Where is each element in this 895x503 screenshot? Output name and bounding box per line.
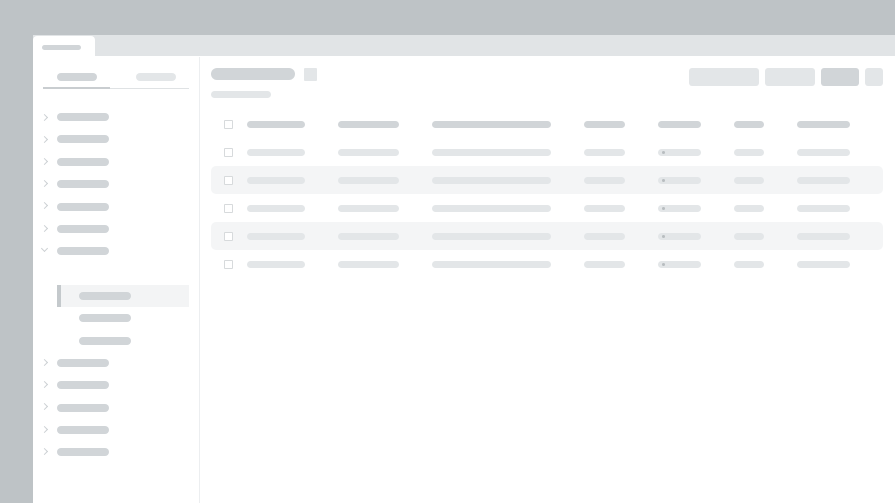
row-checkbox[interactable]: [224, 176, 233, 185]
select-all-checkbox[interactable]: [224, 120, 233, 129]
status-dot-icon: [662, 151, 665, 154]
chevron-down-icon[interactable]: [40, 244, 49, 253]
table-cell: [247, 233, 305, 240]
sidebar-tab-1[interactable]: [57, 73, 97, 81]
sidebar-item[interactable]: [57, 225, 109, 233]
column-header[interactable]: [338, 121, 399, 128]
chevron-right-icon[interactable]: [40, 447, 49, 456]
table-cell: [584, 205, 625, 212]
table-cell: [247, 177, 305, 184]
sidebar-child-item[interactable]: [79, 337, 131, 345]
table-cell: [734, 233, 764, 240]
column-header[interactable]: [584, 121, 625, 128]
table-cell: [338, 261, 399, 268]
sidebar-item-expanded[interactable]: [57, 247, 109, 255]
sidebar: [33, 57, 200, 503]
page-subtitle: [211, 91, 271, 98]
column-header[interactable]: [797, 121, 850, 128]
table-cell: [734, 261, 764, 268]
status-dot-icon: [662, 235, 665, 238]
sidebar-child-item[interactable]: [79, 314, 131, 322]
sidebar-item[interactable]: [57, 135, 109, 143]
table-cell: [247, 205, 305, 212]
row-checkbox[interactable]: [224, 204, 233, 213]
table-cell: [432, 233, 551, 240]
table-cell: [797, 205, 850, 212]
chevron-right-icon[interactable]: [40, 425, 49, 434]
table-cell: [797, 233, 850, 240]
table-cell: [584, 233, 625, 240]
table-cell: [247, 261, 305, 268]
chevron-right-icon[interactable]: [40, 135, 49, 144]
sidebar-item[interactable]: [57, 203, 109, 211]
sidebar-item[interactable]: [57, 180, 109, 188]
table-cell: [247, 149, 305, 156]
chevron-right-icon[interactable]: [40, 402, 49, 411]
table-cell: [584, 177, 625, 184]
sidebar-child-item[interactable]: [79, 292, 131, 300]
chevron-right-icon[interactable]: [40, 157, 49, 166]
table-cell: [432, 205, 551, 212]
sidebar-tab-2[interactable]: [136, 73, 176, 81]
row-checkbox[interactable]: [224, 260, 233, 269]
table-cell: [797, 177, 850, 184]
chevron-right-icon[interactable]: [40, 201, 49, 210]
browser-tab-label: [42, 45, 81, 50]
table-cell: [338, 177, 399, 184]
column-header[interactable]: [432, 121, 551, 128]
column-header[interactable]: [734, 121, 764, 128]
table-cell: [338, 149, 399, 156]
table-cell: [338, 233, 399, 240]
sidebar-item[interactable]: [57, 426, 109, 434]
toolbar-button-1[interactable]: [689, 68, 759, 86]
column-header[interactable]: [658, 121, 701, 128]
app-window: [33, 35, 895, 503]
table-cell: [797, 149, 850, 156]
table-cell: [584, 149, 625, 156]
chevron-right-icon[interactable]: [40, 224, 49, 233]
table-cell: [432, 261, 551, 268]
table-cell: [734, 149, 764, 156]
tab-strip: [33, 35, 895, 57]
status-dot-icon: [662, 179, 665, 182]
sidebar-item[interactable]: [57, 113, 109, 121]
browser-tab[interactable]: [33, 36, 95, 57]
row-checkbox[interactable]: [224, 232, 233, 241]
table-cell: [584, 261, 625, 268]
status-dot-icon: [662, 263, 665, 266]
table-cell: [734, 177, 764, 184]
table-cell: [734, 205, 764, 212]
chevron-right-icon[interactable]: [40, 113, 49, 122]
selection-indicator: [57, 285, 61, 307]
info-icon[interactable]: [304, 68, 317, 81]
table-cell: [432, 177, 551, 184]
table-cell: [797, 261, 850, 268]
row-checkbox[interactable]: [224, 148, 233, 157]
table-cell: [432, 149, 551, 156]
column-header[interactable]: [247, 121, 305, 128]
chevron-right-icon[interactable]: [40, 358, 49, 367]
chevron-right-icon[interactable]: [40, 179, 49, 188]
sidebar-item[interactable]: [57, 381, 109, 389]
status-dot-icon: [662, 207, 665, 210]
toolbar-primary-button[interactable]: [821, 68, 859, 86]
chevron-right-icon[interactable]: [40, 380, 49, 389]
sidebar-item[interactable]: [57, 359, 109, 367]
sidebar-tab-indicator: [43, 87, 110, 89]
sidebar-item[interactable]: [57, 448, 109, 456]
page-title: [211, 68, 295, 80]
more-options-button[interactable]: [865, 68, 883, 86]
table-cell: [338, 205, 399, 212]
sidebar-item[interactable]: [57, 404, 109, 412]
sidebar-item[interactable]: [57, 158, 109, 166]
toolbar-button-2[interactable]: [765, 68, 815, 86]
